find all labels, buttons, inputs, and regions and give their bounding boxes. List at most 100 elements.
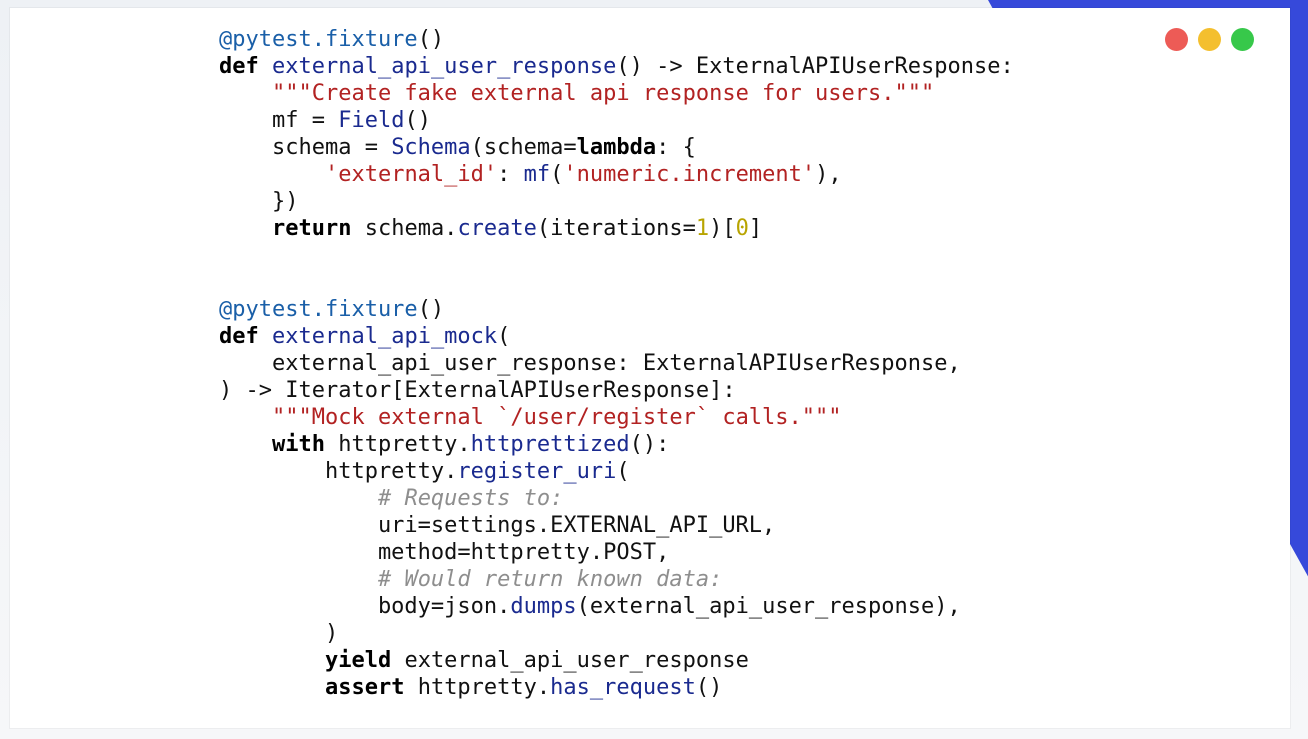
string-token: 'numeric.increment' bbox=[563, 162, 816, 187]
code-line: def external_api_user_response() -> Exte… bbox=[219, 53, 1014, 80]
code-line: # Would return known data: bbox=[219, 566, 1014, 593]
code-line: ) bbox=[219, 620, 1014, 647]
keyword-token: with bbox=[271, 432, 325, 457]
text-token: ] bbox=[748, 216, 763, 241]
text-token: (schema= bbox=[470, 135, 577, 160]
code-line: schema = Schema(schema=lambda: { bbox=[219, 134, 1014, 161]
code-block: @pytest.fixture() def external_api_user_r… bbox=[219, 26, 1014, 701]
text-token: body=json. bbox=[219, 594, 511, 619]
text-token: () bbox=[404, 108, 431, 133]
text-token: ) bbox=[219, 621, 339, 646]
function-token: Field bbox=[338, 108, 405, 133]
code-line: def external_api_mock( bbox=[219, 323, 1014, 350]
code-line: # Requests to: bbox=[219, 485, 1014, 512]
code-line: with httpretty.httprettized(): bbox=[219, 431, 1014, 458]
text-token: external_api_user_response: ExternalAPIU… bbox=[219, 351, 961, 376]
function-token: dumps bbox=[510, 594, 577, 619]
code-line: @pytest.fixture() bbox=[219, 296, 1014, 323]
string-token: """Mock external `/user/register` calls.… bbox=[271, 405, 842, 430]
text-token: : { bbox=[656, 135, 696, 160]
maximize-dot[interactable] bbox=[1231, 28, 1254, 51]
keyword-token: def bbox=[219, 324, 259, 349]
code-line: """Create fake external api response for… bbox=[219, 80, 1014, 107]
decorator-token: @pytest.fixture bbox=[219, 27, 418, 52]
text-token: mf = bbox=[219, 108, 339, 133]
function-token: Schema bbox=[391, 135, 471, 160]
code-line: 'external_id': mf('numeric.increment'), bbox=[219, 161, 1014, 188]
code-line: assert httpretty.has_request() bbox=[219, 674, 1014, 701]
slide-background: @pytest.fixture() def external_api_user_r… bbox=[0, 0, 1308, 739]
close-dot[interactable] bbox=[1165, 28, 1188, 51]
function-token: external_api_mock bbox=[272, 324, 498, 349]
code-line: body=json.dumps(external_api_user_respon… bbox=[219, 593, 1014, 620]
code-line: external_api_user_response: ExternalAPIU… bbox=[219, 350, 1014, 377]
text-token: () bbox=[695, 675, 723, 700]
text-token: schema. bbox=[351, 216, 458, 241]
function-token: register_uri bbox=[457, 459, 617, 484]
comment-token: # Would return known data: bbox=[377, 567, 723, 592]
text-token: httpretty. bbox=[219, 459, 458, 484]
decorator-token: @pytest.fixture bbox=[219, 297, 418, 322]
function-token: external_api_user_response bbox=[272, 54, 617, 79]
text-token: external_api_user_response bbox=[391, 648, 749, 673]
string-token: """Create fake external api response for… bbox=[271, 81, 935, 106]
text-token: schema = bbox=[219, 135, 392, 160]
code-line: }) bbox=[219, 188, 1014, 215]
text-token: }) bbox=[219, 189, 299, 214]
function-token: mf bbox=[523, 162, 551, 187]
comment-token: # Requests to: bbox=[377, 486, 564, 511]
keyword-token: def bbox=[219, 54, 259, 79]
keyword-token: assert bbox=[324, 675, 405, 700]
code-line: mf = Field() bbox=[219, 107, 1014, 134]
number-token: 0 bbox=[735, 216, 749, 241]
text-token: () -> ExternalAPIUserResponse: bbox=[616, 54, 1014, 79]
text-token: ) -> Iterator[ExternalAPIUserResponse]: bbox=[219, 378, 736, 403]
text-token: : bbox=[497, 162, 524, 187]
code-line: uri=settings.EXTERNAL_API_URL, bbox=[219, 512, 1014, 539]
string-token: 'external_id' bbox=[324, 162, 498, 187]
text-token: () bbox=[417, 297, 445, 322]
text-token: uri=settings.EXTERNAL_API_URL, bbox=[219, 513, 776, 538]
text-token: httpretty. bbox=[404, 675, 551, 700]
code-line: return schema.create(iterations=1)[0] bbox=[219, 215, 1014, 242]
text-token: method=httpretty.POST, bbox=[219, 540, 670, 565]
function-token: httprettized bbox=[470, 432, 630, 457]
text-token: ( bbox=[616, 459, 630, 484]
code-line: method=httpretty.POST, bbox=[219, 539, 1014, 566]
code-window: @pytest.fixture() def external_api_user_r… bbox=[10, 8, 1290, 728]
number-token: 1 bbox=[695, 216, 710, 241]
keyword-token: lambda bbox=[576, 135, 657, 160]
code-line: ) -> Iterator[ExternalAPIUserResponse]: bbox=[219, 377, 1014, 404]
code-line: yield external_api_user_response bbox=[219, 647, 1014, 674]
keyword-token: yield bbox=[324, 648, 392, 673]
function-token: create bbox=[457, 216, 537, 241]
text-token: ( bbox=[550, 162, 564, 187]
function-token: has_request bbox=[550, 675, 696, 700]
code-line: """Mock external `/user/register` calls.… bbox=[219, 404, 1014, 431]
keyword-token: return bbox=[271, 216, 352, 241]
code-line: httpretty.register_uri( bbox=[219, 458, 1014, 485]
text-token: (external_api_user_response), bbox=[576, 594, 961, 619]
text-token: ), bbox=[815, 162, 842, 187]
text-token: (): bbox=[629, 432, 670, 457]
text-token: )[ bbox=[709, 216, 736, 241]
minimize-dot[interactable] bbox=[1198, 28, 1221, 51]
window-controls bbox=[1165, 28, 1254, 51]
text-token: httpretty. bbox=[324, 432, 471, 457]
text-token: () bbox=[417, 27, 445, 52]
text-token: ( bbox=[497, 324, 511, 349]
text-token: (iterations= bbox=[536, 216, 696, 241]
